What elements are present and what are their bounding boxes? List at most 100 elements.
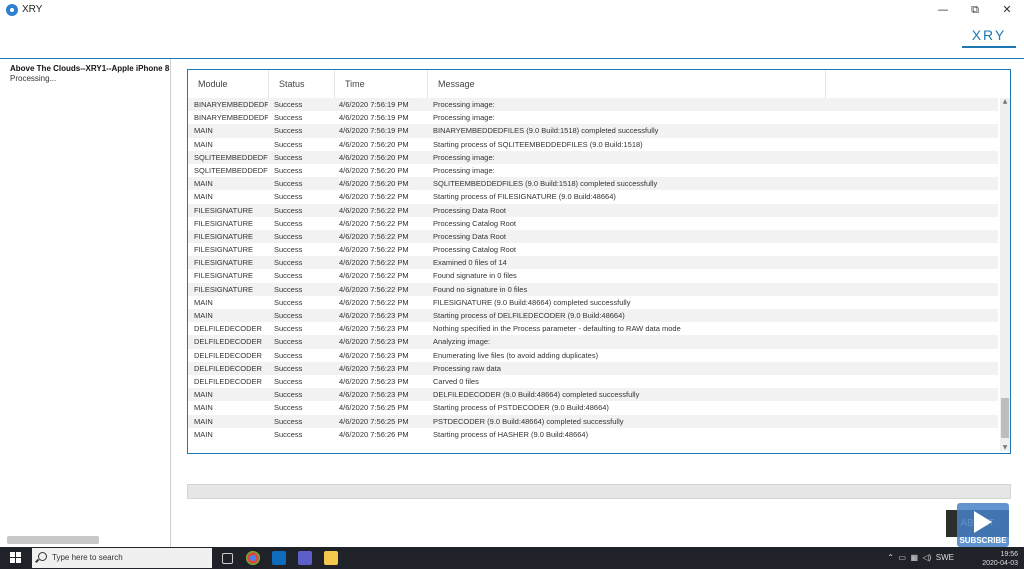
taskbar-search-input[interactable]: Type here to search	[32, 548, 212, 568]
log-cell-status: Success	[274, 284, 303, 294]
column-header-message[interactable]: Message	[428, 70, 826, 98]
app-title: XRY	[22, 4, 43, 15]
log-row[interactable]: MAIN Success 4/6/2020 7:56:25 PM PSTDECODER…	[188, 414, 998, 428]
log-row[interactable]: MAIN Success 4/6/2020 7:56:23 PM Starting p…	[188, 309, 998, 323]
log-row[interactable]: MAIN Success 4/6/2020 7:56:20 PM Starting p…	[188, 138, 998, 151]
log-cell-module: MAIN	[194, 403, 213, 413]
log-cell-status: Success	[274, 126, 303, 136]
column-header-time[interactable]: Time	[335, 70, 428, 98]
log-cell-message: Processing image:	[433, 165, 495, 175]
log-cell-message: Starting process of FILESIGNATURE (9.0 B…	[433, 192, 616, 202]
log-row[interactable]: FILESIGNATURE Success 4/6/2020 7:56:22 PM E…	[188, 256, 998, 270]
log-cell-time: 4/6/2020 7:56:19 PM	[339, 113, 409, 123]
log-row[interactable]: FILESIGNATURE Success 4/6/2020 7:56:22 PM F…	[188, 269, 998, 282]
log-cell-module: FILESIGNATURE	[194, 231, 254, 241]
log-cell-message: Processing image:	[433, 100, 495, 109]
log-cell-message: Found signature in 0 files	[433, 271, 517, 281]
log-cell-status: Success	[274, 311, 303, 320]
file-explorer-icon[interactable]	[324, 551, 338, 565]
log-cell-time: 4/6/2020 7:56:22 PM	[339, 205, 409, 215]
teams-icon[interactable]	[298, 551, 312, 565]
log-row[interactable]: SQLITEEMBEDDEDFI Success 4/6/2020 7:56:20 …	[188, 164, 998, 177]
log-cell-status: Success	[274, 152, 303, 162]
log-row[interactable]: FILESIGNATURE Success 4/6/2020 7:56:22 PM F…	[188, 282, 998, 296]
log-row[interactable]: MAIN Success 4/6/2020 7:56:26 PM Starting p…	[188, 428, 998, 441]
app-icon	[6, 4, 18, 16]
log-cell-time: 4/6/2020 7:56:22 PM	[339, 245, 409, 255]
log-cell-time: 4/6/2020 7:56:23 PM	[339, 390, 409, 400]
log-cell-status: Success	[274, 100, 303, 109]
log-cell-module: MAIN	[194, 311, 213, 320]
task-view-icon[interactable]	[222, 553, 233, 564]
language-indicator[interactable]: SWE	[936, 553, 954, 562]
case-name[interactable]: Above The Clouds--XRY1--Apple iPhone 8	[10, 64, 169, 73]
log-row[interactable]: MAIN Success 4/6/2020 7:56:22 PM Starting p…	[188, 190, 998, 203]
log-cell-time: 4/6/2020 7:56:20 PM	[339, 152, 409, 162]
log-row[interactable]: FILESIGNATURE Success 4/6/2020 7:56:22 PM P…	[188, 203, 998, 217]
xry-logo: XRY	[962, 26, 1016, 48]
subscribe-overlay[interactable]: SUBSCRIBE	[957, 503, 1009, 547]
log-cell-message: Analyzing image:	[433, 337, 491, 347]
log-cell-module: DELFILEDECODER	[194, 324, 262, 334]
log-cell-module: MAIN	[194, 139, 213, 149]
log-row[interactable]: DELFILEDECODER Success 4/6/2020 7:56:23 PM…	[188, 335, 998, 349]
log-cell-status: Success	[274, 350, 303, 360]
log-cell-time: 4/6/2020 7:56:22 PM	[339, 218, 409, 228]
log-row[interactable]: BINARYEMBEDDEDF Success 4/6/2020 7:56:19 P…	[188, 111, 998, 124]
log-row[interactable]: DELFILEDECODER Success 4/6/2020 7:56:23 PM…	[188, 322, 998, 335]
log-cell-message: Starting process of SQLITEEMBEDDEDFILES …	[433, 139, 643, 149]
scroll-up-icon[interactable]: ▲	[1001, 98, 1009, 105]
volume-icon[interactable]: ◁)	[922, 553, 931, 562]
log-row[interactable]: FILESIGNATURE Success 4/6/2020 7:56:22 PM P…	[188, 217, 998, 230]
log-cell-status: Success	[274, 390, 303, 400]
log-vertical-scrollbar[interactable]: ▲ ▼	[1000, 98, 1010, 451]
log-cell-module: SQLITEEMBEDDEDFI	[194, 165, 268, 175]
log-row[interactable]: BINARYEMBEDDEDF Success 4/6/2020 7:56:19 P…	[188, 98, 998, 112]
log-cell-time: 4/6/2020 7:56:23 PM	[339, 324, 409, 334]
log-cell-status: Success	[274, 113, 303, 123]
taskbar: Type here to search ⌃ ▭ ▦ ◁) SWE 19:56 2…	[0, 547, 1024, 569]
case-sidebar: Above The Clouds--XRY1--Apple iPhone 8 P…	[5, 59, 171, 547]
windows-start-icon[interactable]	[10, 552, 22, 564]
log-row[interactable]: MAIN Success 4/6/2020 7:56:25 PM Starting p…	[188, 401, 998, 414]
scroll-down-icon[interactable]: ▼	[1001, 444, 1009, 451]
log-cell-time: 4/6/2020 7:56:23 PM	[339, 363, 409, 373]
log-cell-status: Success	[274, 205, 303, 215]
scroll-thumb[interactable]	[1001, 398, 1009, 438]
network-icon[interactable]: ▦	[910, 553, 918, 562]
log-row[interactable]: DELFILEDECODER Success 4/6/2020 7:56:23 PM…	[188, 349, 998, 362]
column-header-status[interactable]: Status	[269, 70, 335, 98]
sidebar-horizontal-scrollbar[interactable]	[7, 536, 99, 544]
log-cell-module: BINARYEMBEDDEDF	[194, 100, 268, 109]
log-cell-time: 4/6/2020 7:56:23 PM	[339, 376, 409, 386]
log-row[interactable]: MAIN Success 4/6/2020 7:56:19 PM BINARYEMBE…	[188, 124, 998, 138]
close-button[interactable]: ✕	[994, 2, 1020, 18]
log-row[interactable]: SQLITEEMBEDDEDFI Success 4/6/2020 7:56:20 …	[188, 150, 998, 164]
log-row[interactable]: FILESIGNATURE Success 4/6/2020 7:56:22 PM P…	[188, 229, 998, 244]
minimize-button[interactable]: —	[930, 2, 956, 18]
log-row[interactable]: DELFILEDECODER Success 4/6/2020 7:56:23 PM…	[188, 361, 998, 375]
log-cell-message: Starting process of DELFILEDECODER (9.0 …	[433, 311, 625, 320]
log-cell-module: DELFILEDECODER	[194, 337, 262, 347]
restore-button[interactable]: ⧉	[962, 2, 988, 18]
log-row[interactable]: MAIN Success 4/6/2020 7:56:22 PM FILESIGNAT…	[188, 296, 998, 309]
battery-icon[interactable]: ▭	[898, 553, 906, 562]
column-header-module[interactable]: Module	[188, 70, 269, 98]
log-row[interactable]: MAIN Success 4/6/2020 7:56:20 PM SQLITEEMBE…	[188, 177, 998, 191]
log-cell-status: Success	[274, 429, 303, 439]
log-cell-time: 4/6/2020 7:56:22 PM	[339, 258, 409, 268]
system-tray[interactable]: ⌃ ▭ ▦ ◁) SWE	[887, 553, 954, 562]
chevron-up-icon[interactable]: ⌃	[887, 553, 894, 562]
taskbar-clock[interactable]: 19:56 2020-04-03	[982, 550, 1018, 568]
clock-date: 2020-04-03	[982, 560, 1018, 567]
log-row[interactable]: FILESIGNATURE Success 4/6/2020 7:56:22 PM P…	[188, 243, 998, 256]
log-cell-time: 4/6/2020 7:56:19 PM	[339, 100, 409, 109]
log-row[interactable]: MAIN Success 4/6/2020 7:56:23 PM DELFILEDEC…	[188, 388, 998, 402]
log-cell-status: Success	[274, 416, 303, 426]
log-row[interactable]: DELFILEDECODER Success 4/6/2020 7:56:23 PM…	[188, 375, 998, 388]
log-cell-message: BINARYEMBEDDEDFILES (9.0 Build:1518) com…	[433, 126, 659, 136]
outlook-icon[interactable]	[272, 551, 286, 565]
log-cell-time: 4/6/2020 7:56:23 PM	[339, 337, 409, 347]
log-cell-status: Success	[274, 179, 303, 189]
chrome-icon[interactable]	[246, 551, 260, 565]
